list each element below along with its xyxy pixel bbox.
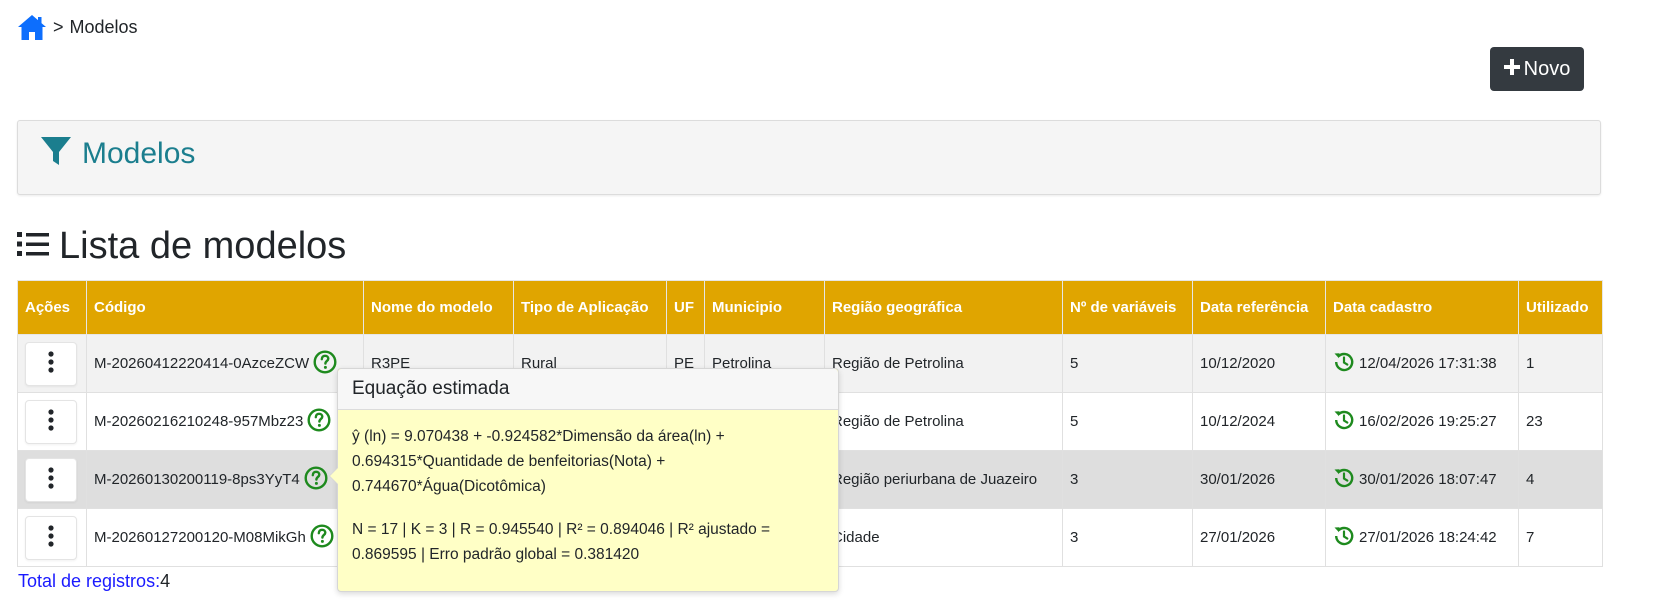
total-registros: Total de registros:4 (18, 571, 170, 592)
header-municipio[interactable]: Municipio (704, 280, 825, 335)
codigo-cell: M-20260412220414-0AzceZCW (86, 334, 364, 393)
kebab-icon (48, 466, 54, 493)
history-icon[interactable] (1333, 409, 1355, 435)
data-ref-cell: 10/12/2020 (1192, 334, 1326, 393)
filter-panel[interactable]: Modelos (17, 120, 1601, 195)
kebab-icon (48, 350, 54, 377)
variaveis-cell: 3 (1062, 450, 1193, 509)
data-cadastro-text: 27/01/2026 18:24:42 (1359, 529, 1497, 546)
list-title-text: Lista de modelos (59, 225, 347, 267)
home-icon[interactable] (17, 14, 47, 41)
popover-stats: N = 17 | K = 3 | R = 0.945540 | R² = 0.8… (352, 521, 771, 563)
list-title: Lista de modelos (17, 225, 346, 268)
header-data-cadastro[interactable]: Data cadastro (1325, 280, 1519, 335)
regiao-cell: Região periurbana de Juazeiro (824, 450, 1063, 509)
actions-menu-button[interactable] (25, 399, 77, 444)
codigo-text: M-20260130200119-8ps3YyT4 (94, 471, 300, 488)
data-ref-cell: 27/01/2026 (1192, 508, 1326, 567)
data-ref-cell: 10/12/2024 (1192, 392, 1326, 451)
codigo-cell: M-20260127200120-M08MikGh (86, 508, 364, 567)
breadcrumb: > Modelos (17, 14, 138, 41)
history-icon[interactable] (1333, 525, 1355, 551)
codigo-cell: M-20260216210248-957Mbz23 (86, 392, 364, 451)
help-icon[interactable] (310, 523, 334, 552)
actions-menu-button[interactable] (25, 341, 77, 386)
codigo-text: M-20260216210248-957Mbz23 (94, 413, 304, 430)
help-icon[interactable] (313, 349, 337, 378)
header-tipo-aplicacao[interactable]: Tipo de Aplicação (513, 280, 667, 335)
header-nome-modelo[interactable]: Nome do modelo (363, 280, 514, 335)
header-n-variaveis[interactable]: Nº de variáveis (1062, 280, 1193, 335)
breadcrumb-current: Modelos (69, 17, 138, 37)
data-cadastro-text: 30/01/2026 18:07:47 (1359, 471, 1497, 488)
data-ref-cell: 30/01/2026 (1192, 450, 1326, 509)
actions-menu-button[interactable] (25, 515, 77, 560)
header-data-referencia[interactable]: Data referência (1192, 280, 1326, 335)
data-cadastro-cell: 16/02/2026 19:25:27 (1325, 392, 1519, 451)
actions-cell (17, 392, 87, 451)
codigo-text: M-20260127200120-M08MikGh (94, 529, 306, 546)
help-icon[interactable] (307, 407, 331, 436)
utilizado-cell: 1 (1518, 334, 1603, 393)
utilizado-cell: 23 (1518, 392, 1603, 451)
regiao-cell: Região de Petrolina (824, 392, 1063, 451)
header-acoes[interactable]: Ações (17, 280, 87, 335)
data-cadastro-text: 16/02/2026 19:25:27 (1359, 413, 1497, 430)
history-icon[interactable] (1333, 467, 1355, 493)
codigo-cell: M-20260130200119-8ps3YyT4 (86, 450, 364, 509)
codigo-text: M-20260412220414-0AzceZCW (94, 355, 310, 372)
header-regiao-geografica[interactable]: Região geográfica (824, 280, 1063, 335)
header-uf[interactable]: UF (666, 280, 705, 335)
plus-icon (1503, 58, 1520, 81)
actions-cell (17, 508, 87, 567)
total-label: Total de registros: (18, 571, 161, 591)
data-cadastro-cell: 27/01/2026 18:24:42 (1325, 508, 1519, 567)
breadcrumb-separator: > (53, 17, 64, 37)
regiao-cell: Região de Petrolina (824, 334, 1063, 393)
data-cadastro-text: 12/04/2026 17:31:38 (1359, 355, 1497, 372)
kebab-icon (48, 408, 54, 435)
filter-icon (40, 135, 72, 172)
novo-button-label: Novo (1523, 57, 1571, 80)
data-cadastro-cell: 30/01/2026 18:07:47 (1325, 450, 1519, 509)
header-codigo[interactable]: Código (86, 280, 364, 335)
data-cadastro-cell: 12/04/2026 17:31:38 (1325, 334, 1519, 393)
popover-body: ŷ (ln) = 9.070438 + -0.924582*Dimensão d… (338, 410, 838, 567)
utilizado-cell: 7 (1518, 508, 1603, 567)
popover-title: Equação estimada (338, 369, 838, 410)
actions-menu-button[interactable] (25, 457, 77, 502)
table-header-row: Ações Código Nome do modelo Tipo de Apli… (17, 280, 1603, 335)
actions-cell (17, 450, 87, 509)
popover-equation: ŷ (ln) = 9.070438 + -0.924582*Dimensão d… (352, 428, 725, 495)
equation-popover: Equação estimada ŷ (ln) = 9.070438 + -0.… (329, 368, 839, 592)
total-value: 4 (160, 571, 171, 591)
list-icon (17, 225, 49, 268)
kebab-icon (48, 524, 54, 551)
variaveis-cell: 3 (1062, 508, 1193, 567)
regiao-cell: Cidade (824, 508, 1063, 567)
variaveis-cell: 5 (1062, 334, 1193, 393)
history-icon[interactable] (1333, 351, 1355, 377)
help-icon[interactable] (304, 465, 328, 494)
filter-panel-title: Modelos (82, 136, 196, 170)
actions-cell (17, 334, 87, 393)
novo-button[interactable]: Novo (1490, 47, 1584, 91)
variaveis-cell: 5 (1062, 392, 1193, 451)
header-utilizado[interactable]: Utilizado (1518, 280, 1603, 335)
utilizado-cell: 4 (1518, 450, 1603, 509)
